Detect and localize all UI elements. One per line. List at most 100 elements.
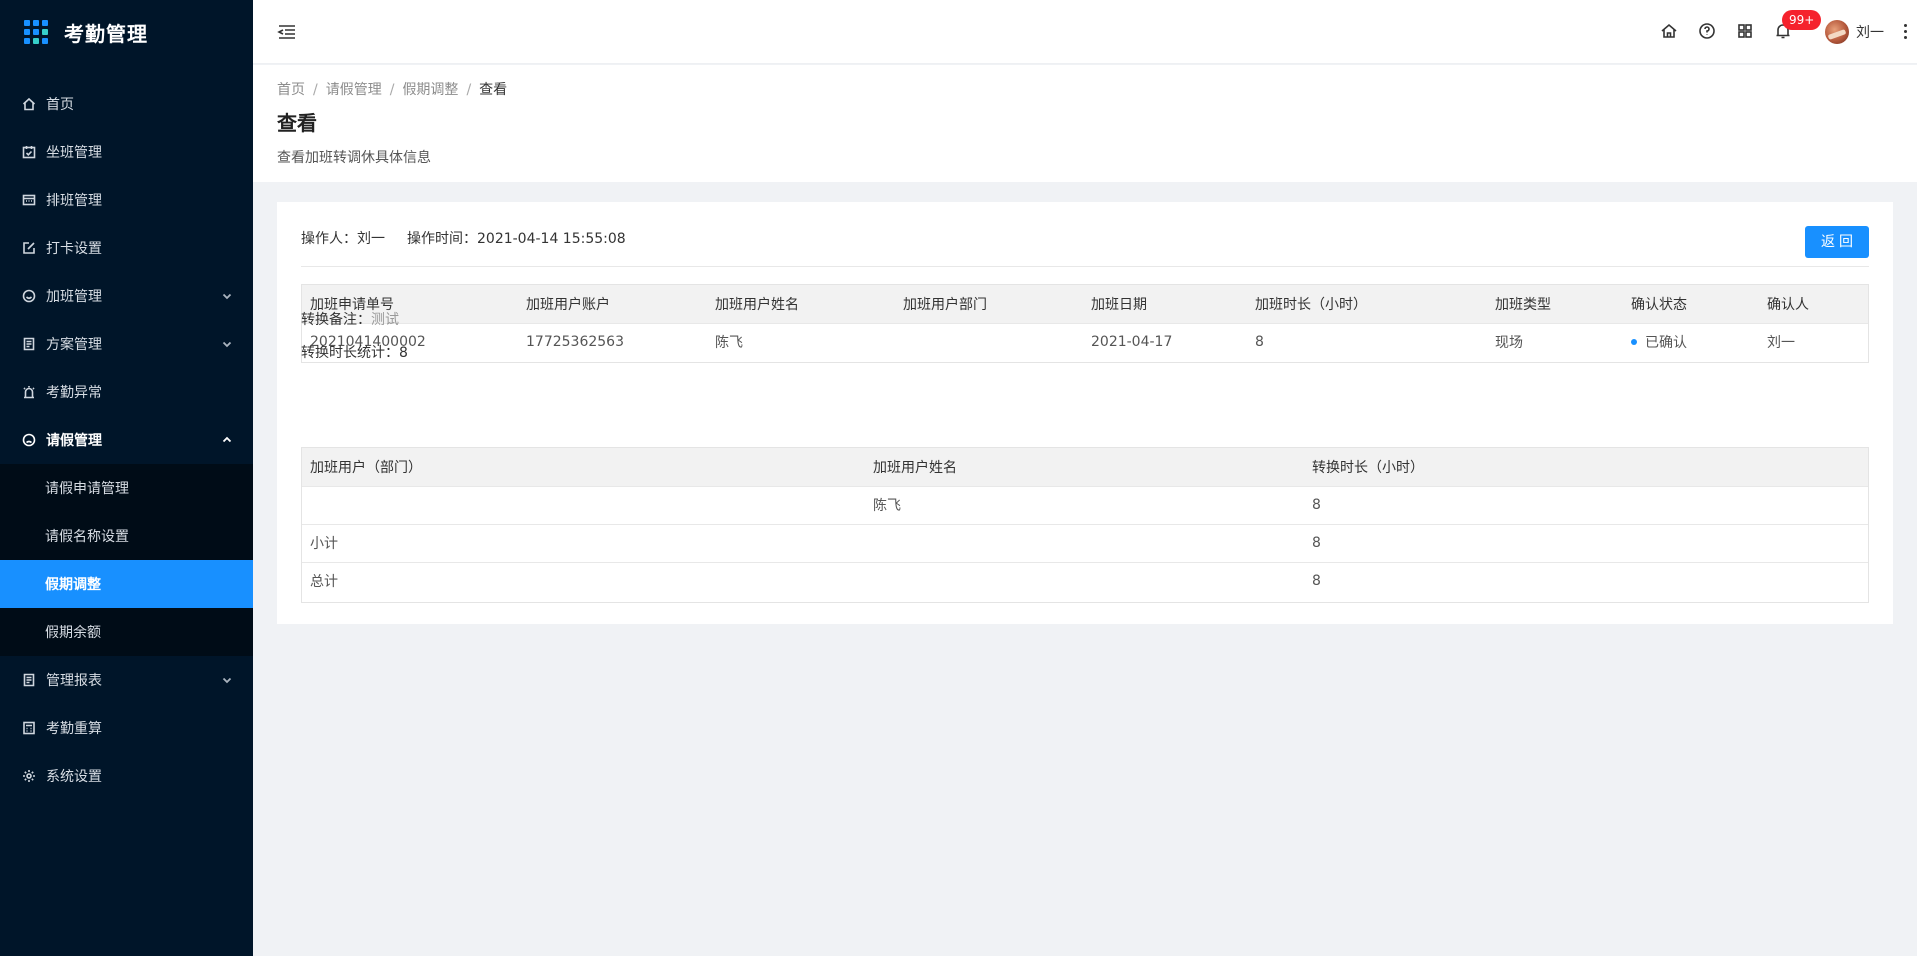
sidebar-item-system-settings[interactable]: 系统设置 bbox=[0, 752, 253, 800]
sidebar-item-reports[interactable]: 管理报表 bbox=[0, 656, 253, 704]
avatar[interactable] bbox=[1825, 20, 1849, 44]
sidebar-item-label: 考勤重算 bbox=[46, 721, 102, 737]
table-cell: 小计 bbox=[302, 523, 865, 562]
chevron-down-icon bbox=[221, 290, 233, 302]
operation-time-label: 操作时间： bbox=[407, 231, 477, 247]
breadcrumb-item-current: 查看 bbox=[479, 82, 508, 98]
table-header-row: 加班用户（部门） 加班用户姓名 转换时长（小时） bbox=[302, 448, 1868, 487]
breadcrumb-item-leave[interactable]: 请假管理 bbox=[326, 82, 382, 98]
overtime-table: 加班申请单号 加班用户账户 加班用户姓名 加班用户部门 加班日期 加班时长（小时… bbox=[302, 285, 1868, 361]
sidebar-item-holiday-balance[interactable]: 假期余额 bbox=[0, 608, 253, 656]
table-cell: 8 bbox=[1247, 322, 1487, 361]
sidebar-item-label: 管理报表 bbox=[46, 673, 102, 689]
sidebar-item-label: 打卡设置 bbox=[46, 241, 102, 257]
table-row: 陈飞 8 bbox=[302, 485, 1868, 524]
sidebar-menu: 首页 坐班管理 排班管理 打卡设置 加班管理 方案管理 考勤异常 请假管理 请假… bbox=[0, 80, 253, 800]
breadcrumb-item-holiday-adjust[interactable]: 假期调整 bbox=[402, 82, 458, 98]
table-cell: 陈飞 bbox=[707, 322, 895, 361]
calculator-icon bbox=[22, 721, 36, 735]
sidebar-item-home[interactable]: 首页 bbox=[0, 80, 253, 128]
help-icon[interactable] bbox=[1698, 22, 1716, 40]
remark-label: 转换备注： bbox=[301, 312, 371, 328]
apps-icon[interactable] bbox=[1736, 22, 1754, 40]
sidebar-item-schedule[interactable]: 排班管理 bbox=[0, 176, 253, 224]
menu-fold-icon[interactable] bbox=[277, 22, 297, 42]
page-description: 查看加班转调休具体信息 bbox=[277, 150, 431, 166]
table-cell: 8 bbox=[1304, 523, 1868, 562]
sidebar-item-plans[interactable]: 方案管理 bbox=[0, 320, 253, 368]
sidebar-item-label: 坐班管理 bbox=[46, 145, 102, 161]
alarm-icon bbox=[22, 385, 36, 399]
home-icon bbox=[22, 97, 36, 111]
sidebar-item-label: 排班管理 bbox=[46, 193, 102, 209]
sidebar-item-attendance[interactable]: 坐班管理 bbox=[0, 128, 253, 176]
smile-icon bbox=[22, 289, 36, 303]
notification-badge: 99+ bbox=[1782, 10, 1822, 30]
table-cell bbox=[865, 523, 1304, 562]
stats-label: 转换时长统计： bbox=[301, 345, 399, 361]
table-cell: 陈飞 bbox=[865, 485, 1304, 524]
back-button[interactable]: 返回 bbox=[1805, 226, 1869, 258]
chevron-down-icon bbox=[221, 338, 233, 350]
breadcrumb: 首页 / 请假管理 / 假期调整 / 查看 bbox=[277, 82, 508, 98]
sidebar-item-leave-requests[interactable]: 请假申请管理 bbox=[0, 464, 253, 512]
document-icon bbox=[22, 337, 36, 351]
home-icon[interactable] bbox=[1660, 22, 1678, 40]
gear-icon bbox=[22, 769, 36, 783]
operation-meta: 操作人：刘一 操作时间：2021-04-14 15:55:08 bbox=[301, 228, 626, 248]
sidebar-item-label: 系统设置 bbox=[46, 769, 102, 785]
sidebar-item-label: 加班管理 bbox=[46, 289, 102, 305]
breadcrumb-item-home[interactable]: 首页 bbox=[277, 82, 305, 98]
sidebar-item-holiday-adjust[interactable]: 假期调整 bbox=[0, 560, 253, 608]
stats-line: 转换时长统计：8 bbox=[301, 342, 408, 362]
table-cell: 现场 bbox=[1487, 322, 1623, 361]
detail-card: 操作人：刘一 操作时间：2021-04-14 15:55:08 返回 加班申请单号… bbox=[277, 202, 1893, 624]
page-header: 首页 / 请假管理 / 假期调整 / 查看 查看 查看加班转调休具体信息 bbox=[253, 65, 1917, 182]
sidebar-item-label: 请假管理 bbox=[46, 433, 102, 449]
sidebar-item-label: 考勤异常 bbox=[46, 385, 102, 401]
table-cell: 17725362563 bbox=[518, 322, 707, 361]
sidebar-item-overtime[interactable]: 加班管理 bbox=[0, 272, 253, 320]
operation-time-value: 2021-04-14 15:55:08 bbox=[477, 231, 626, 247]
chevron-down-icon bbox=[221, 674, 233, 686]
frown-icon bbox=[22, 433, 36, 447]
table-row: 2021041400002 17725362563 陈飞 2021-04-17 … bbox=[302, 322, 1868, 361]
sidebar-item-label: 方案管理 bbox=[46, 337, 102, 353]
divider bbox=[301, 266, 1869, 267]
operator-value: 刘一 bbox=[357, 231, 385, 247]
table-cell: 2021-04-17 bbox=[1083, 322, 1247, 361]
top-header: 99+ 刘一 bbox=[253, 0, 1917, 64]
leave-submenu: 请假申请管理 请假名称设置 假期调整 假期余额 bbox=[0, 464, 253, 656]
sidebar-item-leave[interactable]: 请假管理 bbox=[0, 416, 253, 464]
apps-logo-icon bbox=[24, 20, 48, 44]
app-title: 考勤管理 bbox=[64, 21, 148, 46]
table-header-row: 加班申请单号 加班用户账户 加班用户姓名 加班用户部门 加班日期 加班时长（小时… bbox=[302, 285, 1868, 324]
status-dot-icon bbox=[1631, 339, 1637, 346]
table-cell: 8 bbox=[1304, 561, 1868, 600]
calendar-check-icon bbox=[22, 145, 36, 159]
username[interactable]: 刘一 bbox=[1856, 22, 1884, 42]
sidebar-item-clock-settings[interactable]: 打卡设置 bbox=[0, 224, 253, 272]
sidebar-item-label: 首页 bbox=[46, 97, 74, 113]
column-header: 加班日期 bbox=[1083, 285, 1247, 324]
sidebar-item-label: 假期调整 bbox=[45, 577, 101, 593]
sidebar-item-leave-names[interactable]: 请假名称设置 bbox=[0, 512, 253, 560]
column-header: 加班用户账户 bbox=[518, 285, 707, 324]
table-row: 总计 8 bbox=[302, 561, 1868, 600]
table-cell: 刘一 bbox=[1759, 322, 1868, 361]
status-text: 已确认 bbox=[1645, 335, 1687, 352]
calendar-icon bbox=[22, 193, 36, 207]
chevron-up-icon bbox=[221, 434, 233, 446]
table-cell: 8 bbox=[1304, 485, 1868, 524]
logo[interactable]: 考勤管理 bbox=[0, 0, 253, 64]
summary-table: 加班用户（部门） 加班用户姓名 转换时长（小时） 陈飞 8 小计 8 总计 8 bbox=[302, 448, 1868, 600]
more-vertical-icon[interactable] bbox=[1902, 22, 1908, 42]
sidebar-item-recalculate[interactable]: 考勤重算 bbox=[0, 704, 253, 752]
operator-label: 操作人： bbox=[301, 231, 357, 247]
table-cell bbox=[865, 561, 1304, 600]
overtime-table-wrapper: 加班申请单号 加班用户账户 加班用户姓名 加班用户部门 加班日期 加班时长（小时… bbox=[301, 284, 1869, 363]
summary-table-wrapper: 加班用户（部门） 加班用户姓名 转换时长（小时） 陈飞 8 小计 8 总计 8 bbox=[301, 447, 1869, 603]
sidebar-item-anomaly[interactable]: 考勤异常 bbox=[0, 368, 253, 416]
edit-icon bbox=[22, 241, 36, 255]
sidebar-item-label: 请假申请管理 bbox=[45, 481, 129, 497]
